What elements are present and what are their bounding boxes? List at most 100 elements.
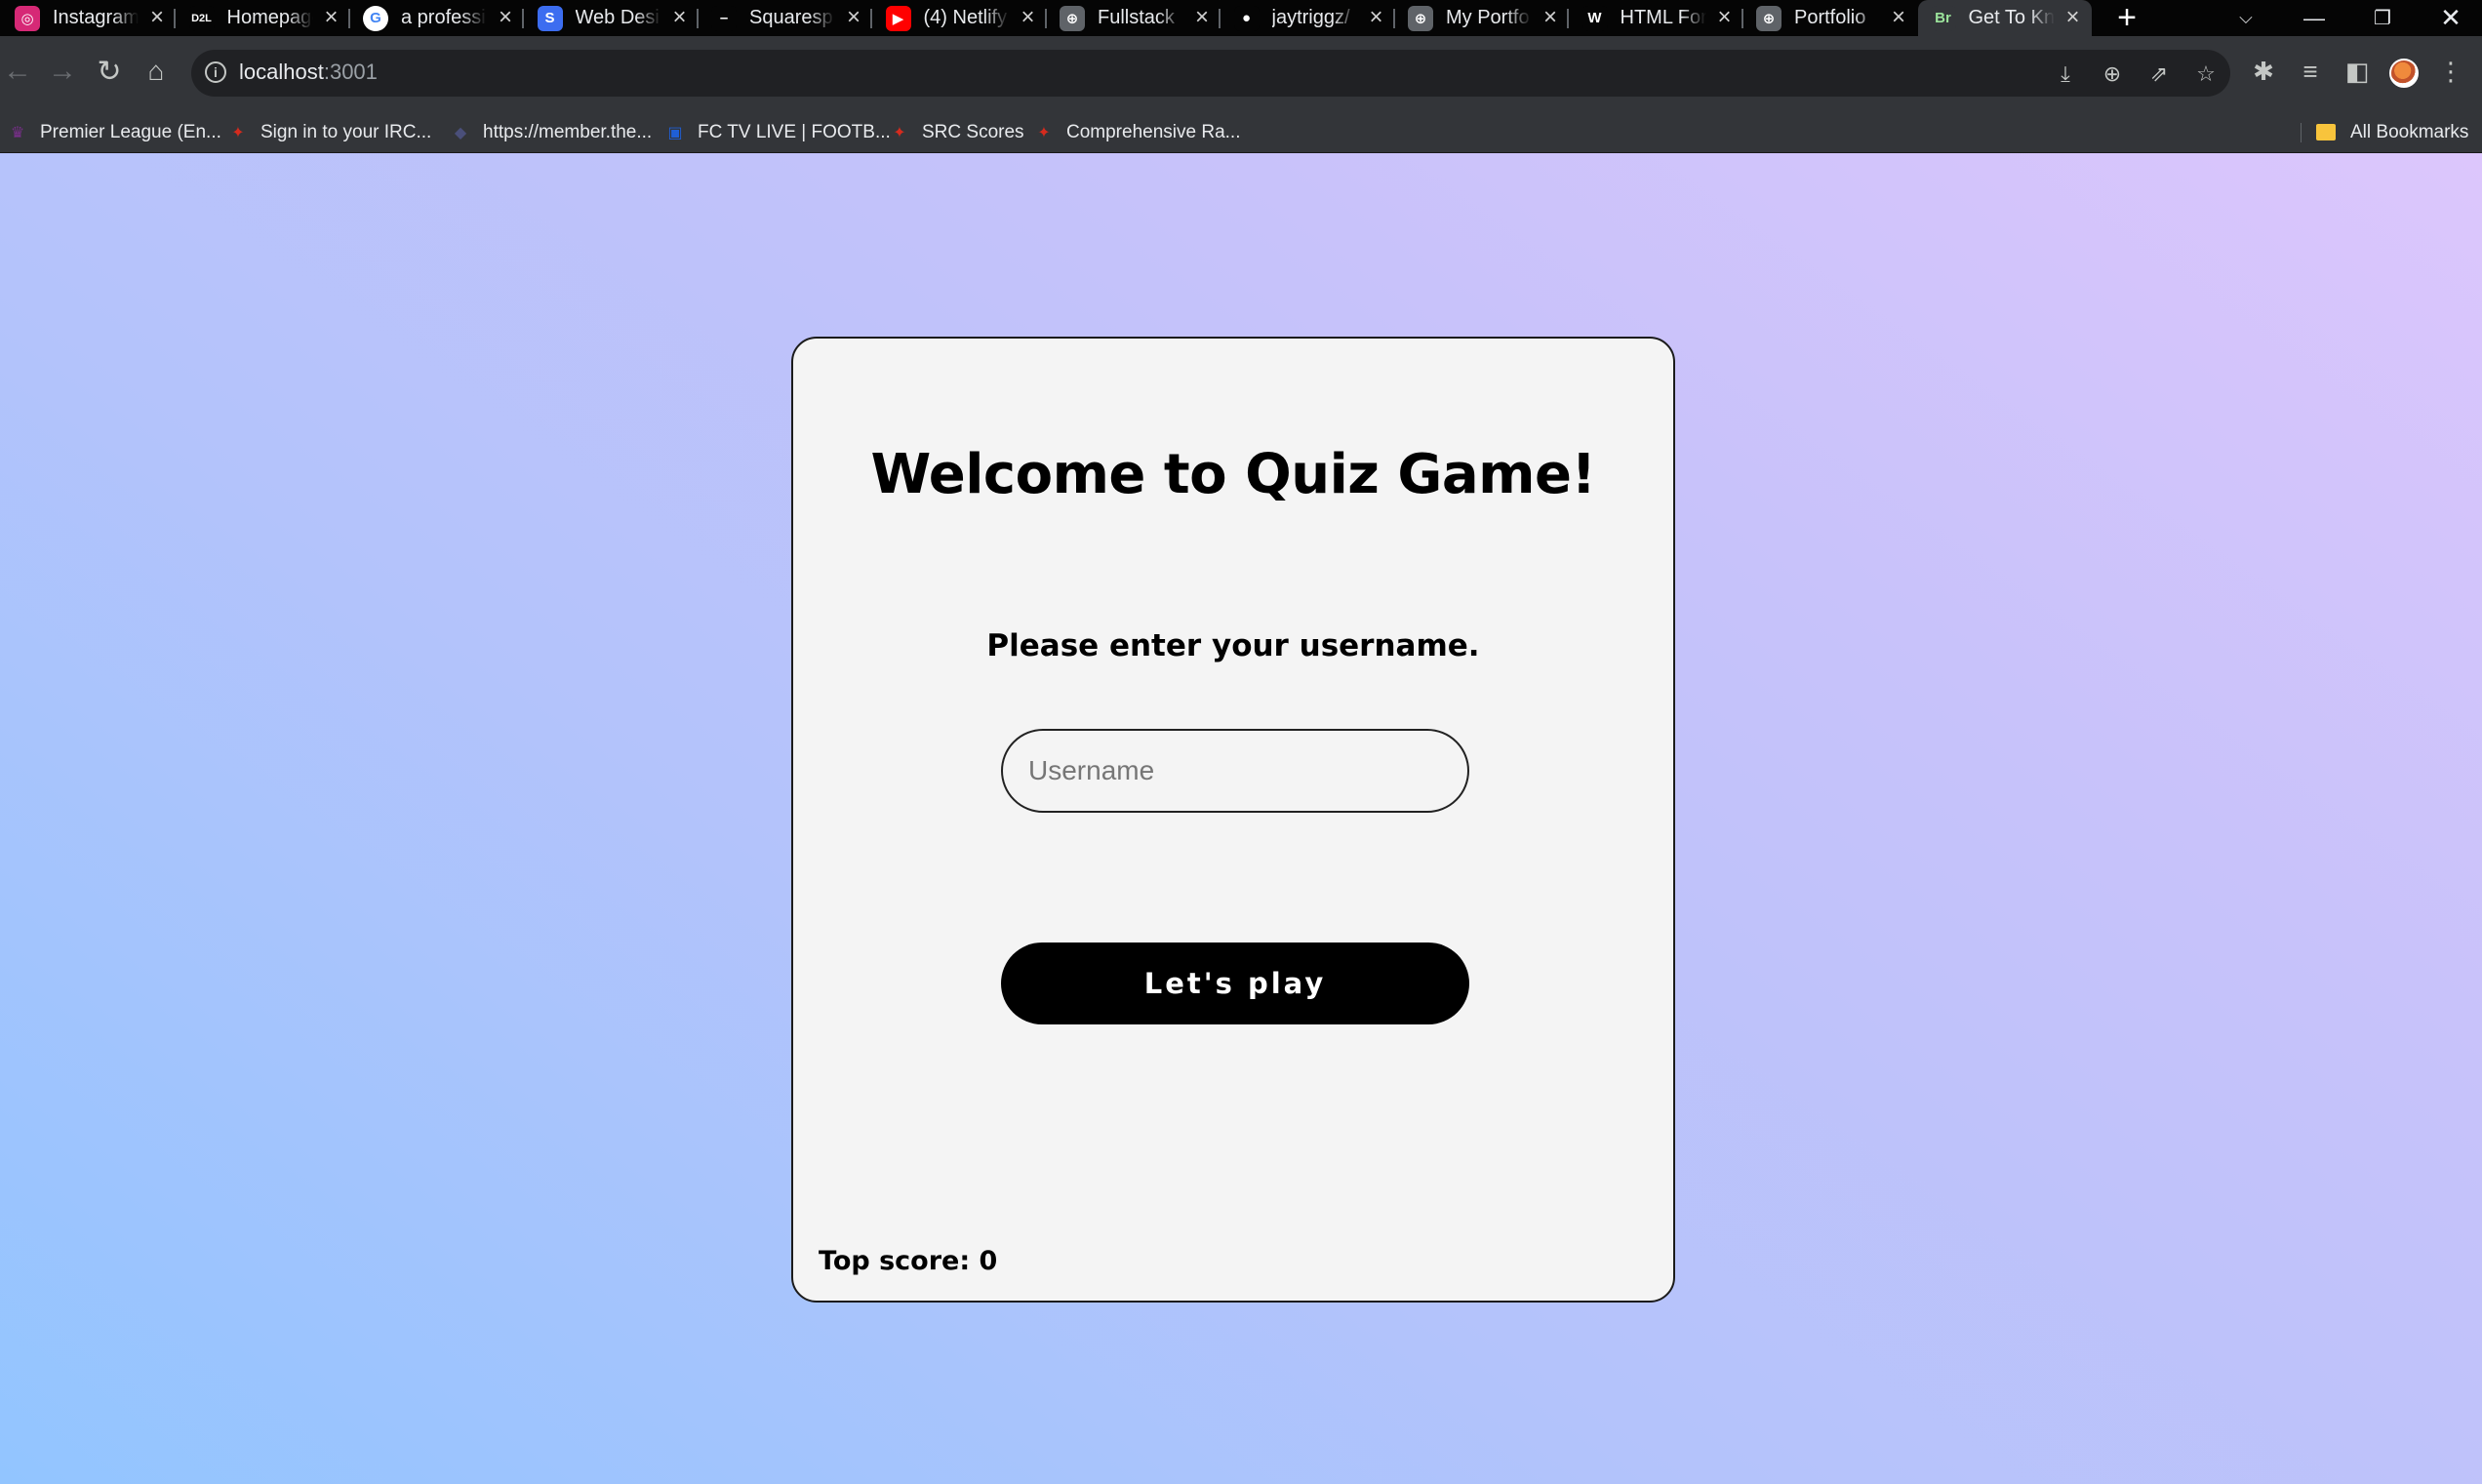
google-icon: G xyxy=(363,5,388,31)
tab-title: Web Desi xyxy=(575,7,660,28)
browser-tab[interactable]: D2L Homepage × xyxy=(177,0,350,36)
bookmarks-bar: ♛ Premier League (En... ✦ Sign in to your I… xyxy=(0,111,2482,153)
bookmark-item[interactable]: ✦ Sign in to your IRC... xyxy=(228,111,431,153)
browser-tab[interactable]: ⊕ Portfolio × xyxy=(1743,0,1917,36)
w-icon: W xyxy=(1581,5,1608,31)
browser-tab[interactable]: ▶ (4) Netlify × xyxy=(873,0,1047,36)
all-bookmarks-button[interactable]: All Bookmarks xyxy=(2316,111,2468,153)
media-controls-icon[interactable]: ≡ xyxy=(2289,50,2332,93)
url-port: :3001 xyxy=(323,60,378,84)
back-icon[interactable]: ← xyxy=(0,50,39,93)
bookmark-label: FC TV LIVE | FOOTB... xyxy=(698,121,891,142)
browser-tab[interactable]: ● jaytriggz/ × xyxy=(1221,0,1395,36)
globe-icon: ⊕ xyxy=(1408,5,1433,31)
site-icon: ◆ xyxy=(454,124,467,141)
tab-title: My Portfo xyxy=(1446,7,1530,28)
browser-tab[interactable]: S Web Desi × xyxy=(525,0,699,36)
quiz-card: Welcome to Quiz Game! Please enter your … xyxy=(791,337,1675,1303)
globe-icon: ⊕ xyxy=(1756,5,1781,31)
bookmark-label: SRC Scores xyxy=(922,121,1024,142)
tab-close-icon[interactable]: × xyxy=(324,4,338,31)
tab-strip: ◎ Instagram × D2L Homepage × Ga professi × S Web … xyxy=(0,0,2482,36)
bookmark-label: https://member.the... xyxy=(483,121,653,142)
tab-close-icon[interactable]: × xyxy=(847,4,861,31)
new-tab-button[interactable]: + xyxy=(2107,0,2146,36)
username-prompt: Please enter your username. xyxy=(986,628,1480,663)
browser-tab[interactable]: Ga professi × xyxy=(350,0,524,36)
reload-icon[interactable]: ↻ xyxy=(88,50,131,93)
tab-close-icon[interactable]: × xyxy=(1717,4,1731,31)
tab-title: Get To Kn xyxy=(1968,7,2055,28)
side-panel-icon[interactable]: ◧ xyxy=(2336,50,2379,93)
premier-league-icon: ♛ xyxy=(10,124,25,141)
tab-title: a professi xyxy=(401,7,486,28)
site-info-icon[interactable]: i xyxy=(205,61,226,83)
globe-icon: ⊕ xyxy=(1060,5,1085,31)
window-close-icon[interactable]: ✕ xyxy=(2422,0,2480,36)
browser-tab[interactable]: W HTML For × xyxy=(1570,0,1743,36)
tab-close-icon[interactable]: × xyxy=(672,4,686,31)
username-input[interactable] xyxy=(1001,729,1469,813)
tab-close-icon[interactable]: × xyxy=(2065,4,2079,31)
browser-tab[interactable]: ⊕ Fullstack × xyxy=(1047,0,1221,36)
tab-close-icon[interactable]: × xyxy=(1021,4,1034,31)
d2l-icon: D2L xyxy=(188,5,215,31)
tab-search-icon[interactable]: ⌵ xyxy=(2217,0,2275,36)
browser-tab[interactable]: Br Get To Kn × xyxy=(1917,0,2092,36)
browser-chrome: ◎ Instagram × D2L Homepage × Ga professi × S Web … xyxy=(0,0,2482,153)
lets-play-button[interactable]: Let's play xyxy=(1001,943,1469,1024)
maple-leaf-icon: ✦ xyxy=(1037,124,1051,141)
forward-icon[interactable]: → xyxy=(41,50,84,93)
restore-icon[interactable]: ❐ xyxy=(2353,0,2412,36)
browser-tab[interactable]: ⊕ My Portfo × xyxy=(1395,0,1569,36)
tab-title: Instagram xyxy=(53,7,139,28)
bookmark-item[interactable]: ✦ SRC Scores xyxy=(890,111,1024,153)
url-text[interactable]: localhost:3001 xyxy=(239,60,378,85)
folder-icon xyxy=(2316,124,2336,140)
top-score-label: Top score: 0 xyxy=(819,1246,998,1276)
toolbar: ← → ↻ ⌂ i localhost:3001 ⤓ ⊕ ⇗ ☆ ✱ ≡ ◧ ⋮ xyxy=(0,36,2482,111)
tab-close-icon[interactable]: × xyxy=(499,4,512,31)
bookmarks-divider xyxy=(2301,123,2302,142)
home-icon[interactable]: ⌂ xyxy=(135,50,178,93)
page-title: Welcome to Quiz Game! xyxy=(870,443,1596,506)
github-icon: ● xyxy=(1233,5,1260,31)
zoom-icon[interactable]: ⊕ xyxy=(2098,60,2127,89)
bookmark-label: Premier League (En... xyxy=(40,121,221,142)
tab-title: jaytriggz/ xyxy=(1271,7,1350,28)
bookmark-label: Sign in to your IRC... xyxy=(260,121,432,142)
install-app-icon[interactable]: ⤓ xyxy=(2051,60,2080,89)
share-icon[interactable]: ⇗ xyxy=(2144,60,2174,89)
maple-leaf-icon: ✦ xyxy=(893,124,906,141)
bookmark-item[interactable]: ▣ FC TV LIVE | FOOTB... xyxy=(665,111,891,153)
tab-close-icon[interactable]: × xyxy=(1543,4,1557,31)
tab-title: Fullstack xyxy=(1098,7,1175,28)
tab-title: Squaresp xyxy=(749,7,833,28)
address-bar[interactable]: i localhost:3001 ⤓ ⊕ ⇗ ☆ xyxy=(191,50,2230,97)
tab-title: HTML For xyxy=(1620,7,1706,28)
tab-close-icon[interactable]: × xyxy=(150,4,164,31)
youtube-icon: ▶ xyxy=(885,5,911,31)
extensions-icon[interactable]: ✱ xyxy=(2242,50,2285,93)
menu-kebab-icon[interactable]: ⋮ xyxy=(2429,50,2472,93)
page-background: Welcome to Quiz Game! Please enter your … xyxy=(0,153,2482,1484)
minimize-icon[interactable]: — xyxy=(2285,0,2343,36)
bookmark-star-icon[interactable]: ☆ xyxy=(2191,60,2221,89)
bookmark-item[interactable]: ◆ https://member.the... xyxy=(451,111,652,153)
maple-leaf-icon: ✦ xyxy=(231,124,245,141)
squarespace-icon: – xyxy=(711,5,737,31)
fctv-icon: ▣ xyxy=(667,124,683,141)
browser-tab[interactable]: – Squaresp × xyxy=(699,0,872,36)
tab-close-icon[interactable]: × xyxy=(1195,4,1209,31)
bookmark-item[interactable]: ♛ Premier League (En... xyxy=(8,111,221,153)
tab-title: Homepage xyxy=(226,7,313,28)
bookmark-item[interactable]: ✦ Comprehensive Ra... xyxy=(1034,111,1240,153)
browser-tab[interactable]: ◎ Instagram × xyxy=(2,0,176,36)
tab-title: Portfolio xyxy=(1794,7,1866,28)
s-icon: S xyxy=(537,5,563,31)
profile-avatar[interactable] xyxy=(2389,59,2419,88)
url-host: localhost xyxy=(239,60,324,84)
tab-close-icon[interactable]: × xyxy=(1892,4,1905,31)
tab-close-icon[interactable]: × xyxy=(1369,4,1382,31)
instagram-icon: ◎ xyxy=(15,5,40,31)
